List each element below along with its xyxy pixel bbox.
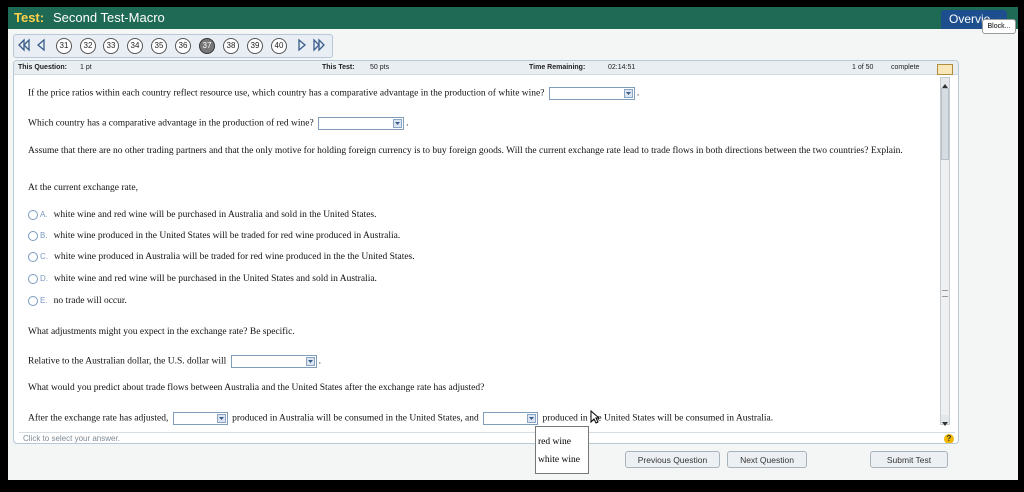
next-question-button[interactable]: Next Question	[727, 451, 807, 468]
period: .	[406, 118, 409, 129]
first-question-icon[interactable]	[17, 38, 31, 52]
option-text: no trade will occur.	[53, 296, 127, 307]
last-question-icon[interactable]	[312, 38, 326, 52]
time-remaining-value: 02:14:51	[608, 64, 636, 71]
question-text-adjustments: What adjustments might you expect in the…	[28, 327, 295, 337]
option-letter: A.	[40, 210, 48, 220]
question-33[interactable]: 33	[103, 38, 119, 54]
question-text-dollar: Relative to the Australian dollar, the U…	[28, 356, 227, 367]
option-white-wine[interactable]: white wine	[538, 455, 580, 465]
test-name: Second Test-Macro	[53, 10, 165, 25]
this-question-value: 1 pt	[80, 64, 92, 71]
question-text-after-b: produced in Australia will be consumed i…	[232, 413, 479, 424]
question-text-trade-flows: What would you predict about trade flows…	[28, 383, 485, 393]
question-navigator: 31 32 33 34 35 36 37 38 39 40	[13, 34, 333, 58]
question-line-dollar: Relative to the Australian dollar, the U…	[28, 355, 321, 368]
chevron-down-icon	[393, 119, 403, 128]
question-37-current[interactable]: 37	[199, 38, 215, 54]
question-text-white-wine: If the price ratios within each country …	[28, 88, 545, 99]
question-38[interactable]: 38	[223, 38, 239, 54]
option-red-wine[interactable]: red wine	[538, 437, 571, 447]
divider	[19, 432, 955, 433]
question-line-1: If the price ratios within each country …	[28, 87, 639, 100]
period: .	[318, 356, 322, 367]
hint-text: Click to select your answer.	[23, 434, 120, 443]
question-line-after: After the exchange rate has adjusted, pr…	[28, 412, 773, 425]
option-letter: C.	[40, 252, 48, 262]
test-window: Test: Second Test-Macro Overvie Block...…	[8, 7, 1018, 480]
scroll-up-icon[interactable]	[941, 78, 949, 88]
question-34[interactable]: 34	[127, 38, 143, 54]
question-40[interactable]: 40	[271, 38, 287, 54]
radio-b[interactable]	[28, 231, 38, 241]
content-scrollbar[interactable]	[940, 77, 950, 426]
question-panel: This Question: 1 pt This Test: 50 pts Ti…	[13, 60, 959, 444]
radio-c[interactable]	[28, 252, 38, 262]
mouse-cursor-icon	[590, 409, 601, 424]
submit-test-button[interactable]: Submit Test	[870, 451, 948, 468]
dropdown-options-list: red wine white wine	[535, 426, 589, 474]
time-remaining-label: Time Remaining:	[529, 64, 586, 71]
question-text-after-c: produced in the United States will be co…	[542, 413, 774, 424]
scroll-down-icon[interactable]	[941, 415, 949, 426]
question-35[interactable]: 35	[151, 38, 167, 54]
question-info-bar: This Question: 1 pt This Test: 50 pts Ti…	[14, 61, 958, 75]
scroll-grip	[942, 290, 948, 297]
option-letter: D.	[40, 274, 48, 284]
option-text: white wine produced in Australia will be…	[54, 252, 415, 263]
question-text-after-a: After the exchange rate has adjusted,	[28, 413, 169, 424]
next-icon[interactable]	[295, 38, 309, 52]
question-31[interactable]: 31	[56, 38, 72, 54]
option-text: white wine and red wine will be purchase…	[54, 274, 377, 285]
radio-e[interactable]	[28, 296, 38, 306]
popout-icon[interactable]	[937, 64, 953, 75]
option-e[interactable]: E. no trade will occur.	[28, 296, 127, 306]
dollar-direction-dropdown[interactable]	[230, 355, 317, 368]
chevron-down-icon	[623, 89, 633, 98]
option-a[interactable]: A. white wine and red wine will be purcha…	[28, 210, 377, 220]
test-label: Test:	[14, 10, 45, 25]
question-39[interactable]: 39	[247, 38, 263, 54]
australia-product-dropdown[interactable]	[172, 412, 228, 425]
title-bar: Test: Second Test-Macro Overvie Block...	[8, 7, 1018, 34]
white-wine-country-dropdown[interactable]	[548, 87, 635, 100]
option-b[interactable]: B. white wine produced in the United Stat…	[28, 231, 400, 241]
block-tooltip: Block...	[982, 19, 1016, 34]
option-d[interactable]: D. white wine and red wine will be purcha…	[28, 274, 377, 284]
question-text-red-wine: Which country has a comparative advantag…	[28, 118, 314, 129]
option-letter: E.	[40, 296, 48, 306]
chevron-down-icon	[216, 414, 226, 423]
us-product-dropdown[interactable]	[483, 412, 539, 425]
question-32[interactable]: 32	[80, 38, 96, 54]
scroll-thumb[interactable]	[941, 88, 949, 160]
red-wine-country-dropdown[interactable]	[318, 117, 405, 130]
radio-a[interactable]	[28, 210, 38, 220]
previous-question-button[interactable]: Previous Question	[625, 451, 720, 468]
previous-icon[interactable]	[34, 38, 48, 52]
this-test-value: 50 pts	[370, 64, 390, 71]
period: .	[636, 88, 640, 99]
chevron-down-icon	[527, 414, 537, 423]
option-letter: B.	[40, 231, 48, 241]
option-c[interactable]: C. white wine produced in Australia will …	[28, 252, 415, 262]
help-icon[interactable]: ?	[944, 434, 954, 443]
question-line-2: Which country has a comparative advantag…	[28, 117, 408, 130]
complete-label: complete	[891, 64, 920, 71]
this-question-label: This Question:	[18, 64, 67, 71]
progress-count: 1 of 50	[852, 64, 874, 71]
question-36[interactable]: 36	[175, 38, 191, 54]
question-text-current-rate: At the current exchange rate,	[28, 183, 138, 193]
option-text: white wine produced in the United States…	[53, 231, 401, 242]
radio-d[interactable]	[28, 274, 38, 284]
chevron-down-icon	[305, 357, 315, 366]
option-text: white wine and red wine will be purchase…	[53, 210, 377, 221]
question-text-exchange-explain: Assume that there are no other trading p…	[28, 146, 903, 156]
this-test-label: This Test:	[322, 64, 355, 71]
